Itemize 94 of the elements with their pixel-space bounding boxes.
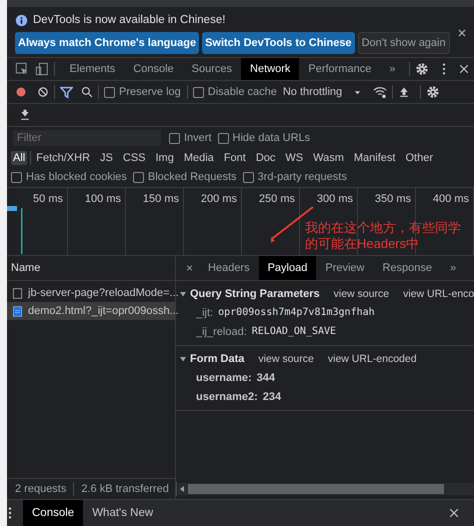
detail-tab[interactable]: Headers [199,256,259,280]
checkbox-label: Blocked Requests [148,171,237,183]
type-filter[interactable]: Wasm [311,151,346,165]
dropdown-arrow-icon[interactable] [354,88,362,96]
panel-tab[interactable]: Console [124,58,183,80]
type-filter[interactable]: WS [283,151,306,165]
more-icon[interactable] [440,62,447,76]
type-filter[interactable]: All [11,151,28,165]
checkbox[interactable] [11,172,22,182]
filter-field[interactable]: Filter [13,130,161,146]
type-filter[interactable]: Font [222,151,248,165]
scroll-left-icon[interactable] [180,486,185,492]
search-icon[interactable] [81,86,93,98]
checkbox-label: Preserve log [119,86,181,98]
type-filter[interactable]: Doc [254,151,278,165]
device-icon[interactable] [35,62,50,76]
view-link[interactable]: view URL-enco [403,288,474,300]
export-icon[interactable] [19,109,31,121]
checkbox-label: Disable cache [208,86,277,98]
close-icon[interactable] [458,29,466,37]
close-detail-button[interactable]: × [180,261,200,275]
checkbox[interactable] [169,132,180,144]
transferred-size: 2.6 kB transferred [81,483,169,495]
section-title[interactable]: Query String Parameters [190,288,320,300]
view-link[interactable]: view source [258,353,314,365]
timeline-tick: 50 ms [10,188,68,255]
throttling-select[interactable]: No throttling [282,86,342,98]
param-value: 234 [262,390,282,402]
more-tabs[interactable]: » [441,256,466,280]
detail-tab[interactable]: Payload [258,256,316,280]
timeline-tick: 200 ms [184,188,242,255]
infobar-button[interactable]: Switch DevTools to Chinese [202,32,355,54]
annotation-text: 我的在这个地方，有些同学 [305,220,461,236]
param-key: username: [196,372,252,384]
more-tabs[interactable]: » [380,58,404,80]
close-icon[interactable] [458,63,470,75]
infobar-button[interactable]: Don't show again [358,32,450,54]
clear-icon[interactable] [37,86,49,98]
detail-tab[interactable]: Preview [316,256,374,280]
import-icon[interactable] [398,86,410,98]
panel-tab[interactable]: Sources [182,58,242,80]
checkbox-label: Has blocked cookies [26,171,127,183]
annotation-text: 的可能在Headers中 [305,236,420,252]
info-icon[interactable] [15,14,28,26]
checkbox-label: Hide data URLs [232,132,310,144]
type-filter[interactable]: JS [98,151,115,165]
param-value: opr009ossh7m4p7v81m3gnfhah [218,307,375,318]
panel-tab[interactable]: Performance [299,58,380,80]
timeline-tick: 150 ms [126,188,184,255]
checkbox-label: 3rd-party requests [258,171,347,183]
checkbox[interactable] [132,172,144,182]
view-link[interactable]: view source [334,288,390,300]
network-conditions-icon[interactable] [373,85,388,99]
checkbox[interactable] [192,86,204,98]
param-key: _ijt: [196,306,214,318]
panel-tab[interactable]: Network [241,58,300,80]
param-key: _ij_reload: [196,326,247,338]
horizontal-scrollbar[interactable] [178,483,474,495]
type-filter[interactable]: Manifest [352,151,398,165]
name-column-header[interactable]: Name [7,256,175,281]
record-icon[interactable] [15,86,27,98]
drawer-tab[interactable]: Console [23,500,84,526]
param-value: RELOAD_ON_SAVE [252,326,336,337]
view-link[interactable]: view URL-encoded [328,353,417,365]
document-icon[interactable] [12,288,23,298]
more-icon[interactable] [7,506,13,520]
type-filter[interactable]: Img [154,151,176,165]
settings-icon[interactable] [426,85,440,99]
drawer-tab[interactable]: What's New [83,500,162,526]
inspect-icon[interactable] [15,62,29,76]
filter-icon[interactable] [60,86,73,98]
param-value: 344 [256,372,275,384]
settings-icon[interactable] [415,62,430,76]
infobar-message: DevTools is now available in Chinese! [33,14,226,26]
detail-tab[interactable]: Response [373,256,442,280]
checkbox[interactable] [218,132,229,144]
checkbox[interactable] [242,172,254,182]
type-filter[interactable]: CSS [120,151,148,165]
param-key: username2: [196,390,258,402]
infobar-button[interactable]: Always match Chrome's language [15,32,200,54]
panel-tab[interactable]: Elements [60,58,124,80]
request-count: 2 requests [15,483,66,495]
checkbox[interactable] [104,86,115,98]
expanded-triangle-icon[interactable] [180,356,186,362]
close-icon[interactable] [448,507,460,519]
timeline-tick: 100 ms [68,188,126,255]
type-filter[interactable]: Media [182,151,216,165]
document-icon[interactable] [12,306,23,316]
section-title[interactable]: Form Data [190,353,244,365]
type-filter[interactable]: Fetch/XHR [34,151,92,165]
checkbox-label: Invert [184,132,212,144]
request-name: jb-server-page?reloadMode=... [28,287,179,299]
type-filter[interactable]: Other [403,151,435,165]
expanded-triangle-icon[interactable] [180,291,186,297]
